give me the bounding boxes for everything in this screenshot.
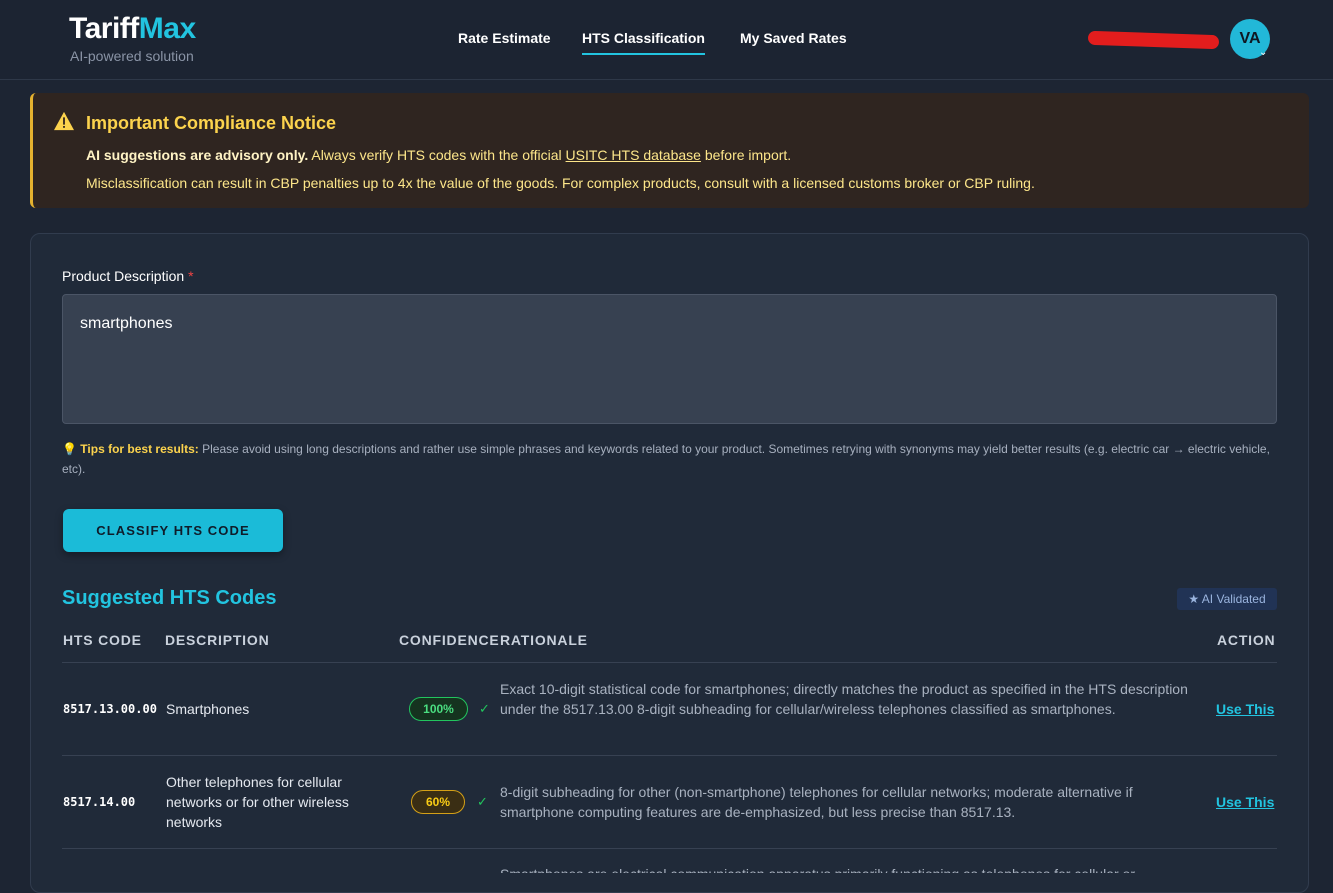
confidence-badge: 60% — [411, 790, 465, 814]
use-this-button[interactable]: Use This — [1216, 794, 1274, 810]
tagline: AI-powered solution — [70, 48, 194, 64]
check-icon: ✓ — [479, 701, 490, 716]
lightbulb-icon: 💡 — [62, 442, 77, 456]
compliance-notice: Important Compliance Notice AI suggestio… — [30, 93, 1309, 208]
top-header: TariffMax AI-powered solution Rate Estim… — [0, 0, 1333, 80]
nav-hts-classification[interactable]: HTS Classification — [582, 30, 705, 55]
rationale-text: Smartphones are electrical communication… — [500, 864, 1190, 873]
tips-text: 💡 Tips for best results: Please avoid us… — [62, 442, 1270, 476]
confidence-badge: 100% — [409, 697, 468, 721]
hts-description: Other telephones for cellular networks o… — [166, 774, 349, 830]
results-title: Suggested HTS Codes — [62, 587, 277, 609]
warning-icon — [54, 111, 74, 131]
classify-hts-code-button[interactable]: CLASSIFY HTS CODE — [63, 509, 283, 552]
notice-penalty-text: Misclassification can result in CBP pena… — [86, 175, 1035, 191]
logo[interactable]: TariffMax — [69, 12, 196, 46]
ai-validated-badge: ★ AI Validated — [1177, 588, 1277, 610]
nav-rate-estimate[interactable]: Rate Estimate — [458, 30, 551, 46]
hts-description: Smartphones — [166, 701, 250, 717]
hts-code: 8517.13.00.00 — [63, 702, 157, 716]
row-divider — [62, 755, 1277, 756]
col-description: DESCRIPTION — [165, 632, 270, 648]
product-description-label: Product Description * — [62, 268, 194, 284]
notice-advisory-text: AI suggestions are advisory only. Always… — [86, 147, 792, 163]
use-this-button[interactable]: Use This — [1216, 701, 1274, 717]
chevron-down-icon[interactable]: ⌄ — [1259, 48, 1267, 58]
nav-my-saved-rates[interactable]: My Saved Rates — [740, 30, 847, 46]
col-action: ACTION — [1217, 632, 1276, 648]
row-divider — [62, 848, 1277, 849]
required-mark: * — [188, 268, 194, 284]
row-divider — [62, 662, 1277, 663]
notice-title: Important Compliance Notice — [86, 113, 337, 133]
col-hts-code: HTS CODE — [63, 632, 142, 648]
col-rationale: RATIONALE — [500, 632, 588, 648]
check-icon: ✓ — [477, 794, 488, 809]
rationale-text: 8-digit subheading for other (non-smartp… — [500, 784, 1133, 820]
col-confidence: CONFIDENCE — [399, 632, 500, 648]
usitc-hts-link[interactable]: USITC HTS database — [566, 147, 701, 163]
redacted-username — [1087, 30, 1220, 50]
hts-code: 8517.14.00 — [63, 795, 136, 809]
product-description-input[interactable]: smartphones — [62, 294, 1277, 424]
avatar-initials: VA — [1239, 30, 1261, 47]
rationale-text: Exact 10-digit statistical code for smar… — [500, 681, 1188, 717]
